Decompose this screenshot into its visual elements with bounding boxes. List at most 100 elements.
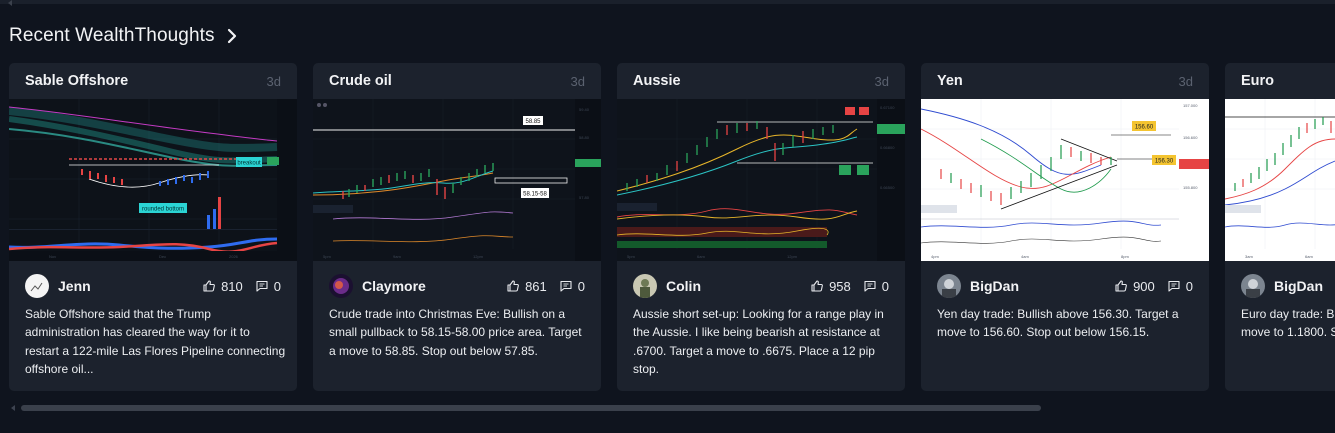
author-name[interactable]: Colin (666, 278, 798, 294)
card-text: Crude trade into Christmas Eve: Bullish … (329, 307, 582, 358)
author-avatar[interactable] (633, 274, 657, 298)
thought-card[interactable]: Euro 3am 6am BigDan Euro day trade: B mo… (1225, 63, 1335, 391)
thumbs-up-icon (507, 280, 519, 292)
svg-text:155.800: 155.800 (1183, 185, 1198, 190)
comments-button[interactable]: 0 (559, 279, 585, 294)
card-meta: BigDan 900 0 (937, 273, 1193, 299)
svg-text:59.40: 59.40 (579, 107, 590, 112)
svg-text:6am: 6am (697, 254, 705, 259)
svg-text:0.67100: 0.67100 (880, 105, 895, 110)
card-meta: BigDan (1241, 273, 1335, 299)
author-name[interactable]: Jenn (58, 278, 190, 294)
author-avatar[interactable] (937, 274, 961, 298)
svg-text:8pm: 8pm (1121, 254, 1129, 259)
svg-text:5pm: 5pm (323, 254, 331, 259)
chart-thumbnail[interactable]: 0.67100 0.66800 0.66500 5pm 6am 12pm (617, 99, 905, 261)
card-header: Yen 3d (921, 63, 1209, 99)
chart-image: 58.85 58.15-58 59.4058.8057.80 5pm 9am 1… (313, 99, 601, 261)
card-age: 3d (874, 73, 889, 89)
comment-icon (1168, 280, 1180, 292)
likes-button[interactable]: 900 (1114, 279, 1155, 294)
chart-thumbnail[interactable]: breakout rounded bottom Nov Dec 2026 (9, 99, 297, 261)
chart-image: 3am 6am (1225, 99, 1335, 261)
card-title: Sable Offshore (25, 73, 129, 89)
top-scroll-arrow[interactable] (8, 0, 12, 6)
comments-button[interactable]: 0 (1167, 279, 1193, 294)
card-age: 3d (1178, 73, 1193, 89)
comments-count: 0 (881, 278, 889, 294)
likes-button[interactable]: 861 (506, 279, 547, 294)
svg-text:4pm: 4pm (931, 254, 939, 259)
chart-image: 156.60 156.30 157.000 156.600 155.800 4pm 4… (921, 99, 1209, 261)
entry-zone-label: 58.15-58 (523, 192, 547, 198)
comments-button[interactable]: 0 (863, 279, 889, 294)
likes-button[interactable]: 958 (810, 279, 851, 294)
card-header: Euro (1225, 63, 1335, 99)
svg-text:12pm: 12pm (787, 254, 798, 259)
author-avatar[interactable] (329, 274, 353, 298)
likes-count: 861 (525, 278, 547, 294)
likes-count: 900 (1133, 278, 1155, 294)
scroll-left-arrow-icon[interactable] (11, 405, 15, 411)
card-meta: Claymore 861 0 (329, 273, 585, 299)
chart-thumbnail[interactable]: 58.85 58.15-58 59.40 58.80 57.80 5pm 9am… (313, 99, 601, 261)
chart-image: 0.67100 0.66800 0.66500 5pm 6am 12pm (617, 99, 905, 261)
svg-text:12pm: 12pm (473, 254, 484, 259)
svg-text:58.80: 58.80 (579, 135, 590, 140)
comment-icon (864, 280, 876, 292)
likes-button[interactable]: 810 (202, 279, 243, 294)
svg-text:5pm: 5pm (627, 254, 635, 259)
author-name[interactable]: Claymore (362, 278, 494, 294)
svg-text:157.000: 157.000 (1183, 103, 1198, 108)
comments-count: 0 (577, 278, 585, 294)
comment-icon (560, 280, 572, 292)
author-name[interactable]: BigDan (970, 278, 1102, 294)
card-age: 3d (266, 73, 281, 89)
chart-thumbnail[interactable]: 156.60 156.30 157.000 156.600 155.800 4pm 4… (921, 99, 1209, 261)
card-text: Aussie short set-up: Looking for a range… (633, 307, 884, 376)
card-meta: Colin 958 0 (633, 273, 889, 299)
thumbs-up-icon (203, 280, 215, 292)
svg-text:0.66500: 0.66500 (880, 185, 895, 190)
chevron-right-icon (227, 28, 236, 44)
thought-card[interactable]: Crude oil 3d 58.85 58.15-58 59.40 58.80 … (313, 63, 601, 391)
comment-icon (256, 280, 268, 292)
section-header-link[interactable]: Recent WealthThoughts (9, 24, 239, 48)
thumbs-up-icon (811, 280, 823, 292)
horizontal-scrollbar[interactable] (9, 403, 1335, 413)
top-scroll-track (0, 0, 1335, 4)
card-meta: Jenn 810 0 (25, 273, 281, 299)
author-avatar[interactable] (25, 274, 49, 298)
thought-card[interactable]: Aussie 3d 0.67100 0.66800 0.66500 5pm 6a… (617, 63, 905, 391)
card-header: Aussie 3d (617, 63, 905, 99)
card-title: Aussie (633, 73, 681, 89)
comments-count: 0 (273, 278, 281, 294)
svg-text:2026: 2026 (229, 254, 239, 259)
breakout-label: breakout (237, 161, 261, 167)
comments-button[interactable]: 0 (255, 279, 281, 294)
section-title: Recent WealthThoughts (9, 25, 215, 46)
svg-text:9am: 9am (393, 254, 401, 259)
scrollbar-thumb[interactable] (21, 405, 1041, 411)
svg-text:6am: 6am (1305, 254, 1313, 259)
entry-label: 156.30 (1155, 159, 1174, 165)
author-name[interactable]: BigDan (1274, 278, 1335, 294)
card-text: Yen day trade: Bullish above 156.30. Tar… (937, 307, 1179, 340)
card-header: Sable Offshore 3d (9, 63, 297, 99)
rounded-bottom-label: rounded bottom (142, 207, 184, 213)
svg-text:Dec: Dec (159, 254, 166, 259)
card-title: Yen (937, 73, 963, 89)
likes-count: 958 (829, 278, 851, 294)
svg-text:0.66800: 0.66800 (880, 145, 895, 150)
svg-text:4am: 4am (1021, 254, 1029, 259)
wealththoughts-carousel: Sable Offshore 3d breakout rounded botto… (9, 63, 1335, 391)
thought-card[interactable]: Yen 3d 156.60 156.30 157.000 156.600 155… (921, 63, 1209, 391)
chart-thumbnail[interactable]: 3am 6am (1225, 99, 1335, 261)
svg-text:156.600: 156.600 (1183, 135, 1198, 140)
comments-count: 0 (1185, 278, 1193, 294)
thought-card[interactable]: Sable Offshore 3d breakout rounded botto… (9, 63, 297, 391)
card-age: 3d (570, 73, 585, 89)
card-header: Crude oil 3d (313, 63, 601, 99)
card-title: Euro (1241, 73, 1275, 89)
author-avatar[interactable] (1241, 274, 1265, 298)
